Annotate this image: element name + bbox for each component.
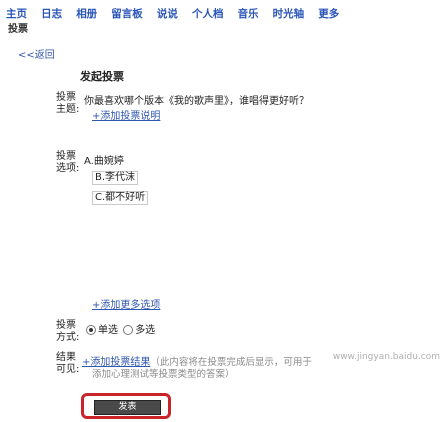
single-choice-label: 单选 [98, 325, 118, 336]
option-b-input[interactable]: B.李代沫 [92, 171, 139, 185]
nav-home[interactable]: 主页 [6, 6, 27, 21]
nav-blog[interactable]: 日志 [41, 6, 62, 21]
nav-shuoshuo[interactable]: 说说 [157, 6, 178, 21]
result-hint-text: 添加心理测试等投票类型的答案） [92, 369, 235, 380]
back-link[interactable]: <<返回 [18, 46, 55, 61]
result-visible-label: 结果可见: [56, 352, 80, 375]
nav-timeline[interactable]: 时光轴 [273, 6, 305, 21]
vote-mode-group: 单选 多选 [84, 321, 155, 336]
add-more-options-link[interactable]: +添加更多选项 [92, 296, 160, 311]
page-title: 发起投票 [80, 70, 124, 83]
vote-tab[interactable]: 投票 [8, 20, 28, 35]
add-description-link[interactable]: +添加投票说明 [92, 107, 160, 122]
watermark: www.jingyan.baidu.com [332, 352, 440, 362]
nav-music[interactable]: 音乐 [238, 6, 259, 21]
single-choice-radio[interactable] [86, 325, 96, 335]
subject-input[interactable]: 你最喜欢哪个版本《我的歌声里》，谁唱得更好听？ [84, 92, 309, 107]
result-hint-2: 添加心理测试等投票类型的答案） [92, 366, 235, 380]
options-label: 投票选项: [56, 151, 80, 174]
submit-button[interactable]: 发表 [94, 400, 161, 415]
submit-highlight: 发表 [81, 393, 171, 419]
nav-album[interactable]: 相册 [76, 6, 97, 21]
option-a-input[interactable]: A.曲婉婷 [84, 152, 124, 167]
nav-guestbook[interactable]: 留言板 [111, 6, 143, 21]
top-nav: 主页 日志 相册 留言板 说说 个人档 音乐 时光轴 更多 [6, 2, 348, 21]
subject-label: 投票主题: [56, 92, 80, 115]
nav-profile[interactable]: 个人档 [192, 6, 224, 21]
nav-more[interactable]: 更多 [318, 6, 339, 21]
mode-label: 投票方式: [56, 320, 80, 343]
option-c-input[interactable]: C.都不好听 [92, 191, 149, 205]
multi-choice-radio[interactable] [123, 325, 134, 335]
multi-choice-label: 多选 [135, 325, 156, 336]
